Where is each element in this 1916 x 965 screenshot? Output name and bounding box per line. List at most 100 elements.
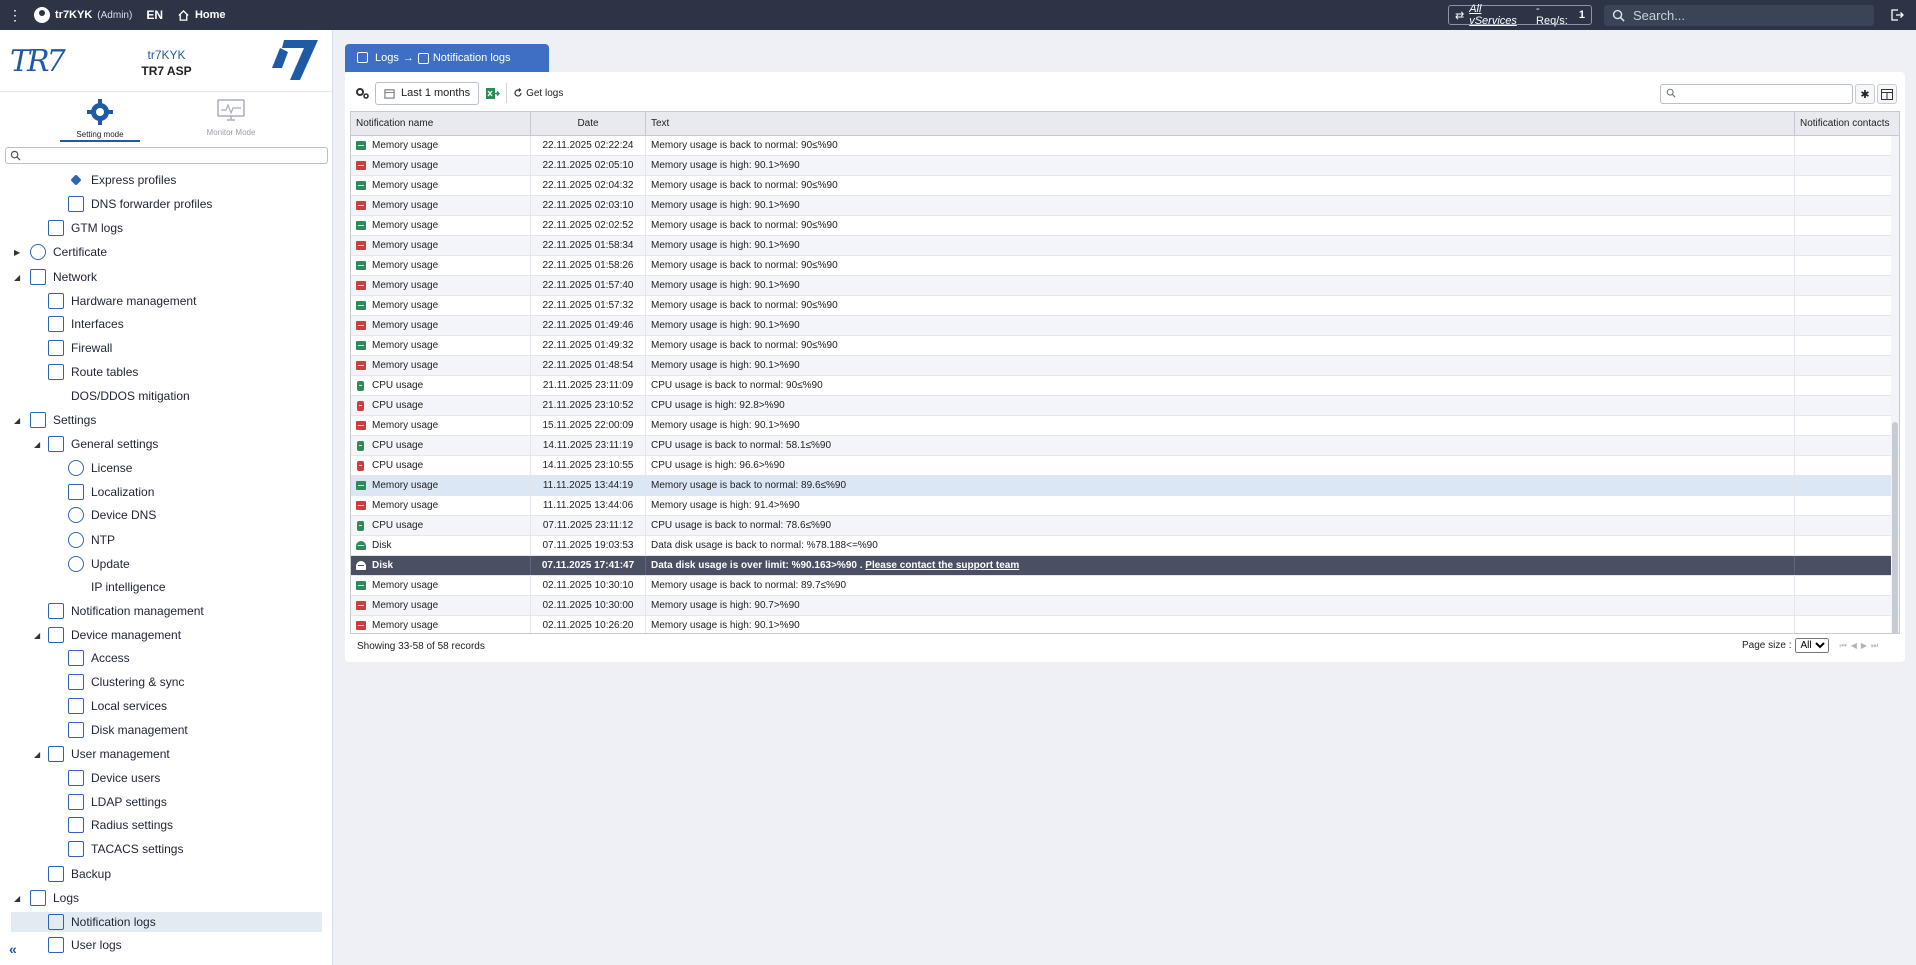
column-header-text[interactable]: Text: [646, 112, 1795, 136]
column-header-date[interactable]: Date: [531, 112, 646, 136]
collapse-arrow-icon[interactable]: ◢: [34, 440, 40, 449]
monitor-mode-tab[interactable]: Monitor Mode: [191, 98, 271, 137]
sidebar-item[interactable]: DNS forwarder profiles: [68, 194, 212, 214]
collapse-arrow-icon[interactable]: ◢: [34, 631, 40, 640]
sidebar-item[interactable]: Radius settings: [68, 815, 173, 835]
date-range-button[interactable]: Last 1 months: [375, 81, 480, 105]
sidebar-item[interactable]: Route tables: [48, 362, 138, 382]
sidebar-item[interactable]: Notification management: [48, 601, 204, 621]
user-menu[interactable]: tr7KYK (Admin): [34, 7, 132, 23]
export-excel-icon[interactable]: [485, 86, 501, 101]
collapse-arrow-icon[interactable]: ◢: [14, 894, 20, 903]
table-row[interactable]: Memory usage 22.11.2025 02:03:10 Memory us…: [351, 196, 1899, 216]
collapse-sidebar-button[interactable]: «: [9, 941, 17, 957]
sidebar-item[interactable]: Localization: [68, 482, 154, 502]
sidebar-item[interactable]: Disk management: [68, 720, 188, 740]
table-row[interactable]: Memory usage 11.11.2025 13:44:19 Memory us…: [351, 476, 1899, 496]
table-row[interactable]: Memory usage 22.11.2025 02:02:52 Memory us…: [351, 216, 1899, 236]
expand-arrow-icon[interactable]: ▶: [14, 248, 20, 257]
settings-gears-icon[interactable]: [355, 86, 369, 100]
sidebar-item[interactable]: Express profiles: [68, 170, 176, 190]
table-scrollbar[interactable]: [1891, 136, 1899, 633]
sidebar-item[interactable]: ◢ User management: [34, 744, 170, 764]
table-row[interactable]: CPU usage 14.11.2025 23:11:19 CPU usage is…: [351, 436, 1899, 456]
sidebar-item[interactable]: LDAP settings: [68, 792, 167, 812]
sidebar-item[interactable]: ◢ Settings: [14, 410, 96, 430]
sidebar-item[interactable]: Firewall: [48, 338, 112, 358]
columns-button[interactable]: [1877, 84, 1897, 104]
collapse-arrow-icon[interactable]: ◢: [34, 750, 40, 759]
notification-name-text: Memory usage: [372, 600, 439, 611]
collapse-arrow-icon[interactable]: ◢: [14, 416, 20, 425]
table-row[interactable]: Memory usage 22.11.2025 02:22:24 Memory us…: [351, 136, 1899, 156]
sidebar-item[interactable]: ◢ Device management: [34, 625, 181, 645]
scrollbar-thumb[interactable]: [1892, 422, 1898, 633]
column-header-notification-name[interactable]: Notification name: [351, 112, 531, 136]
sidebar-item[interactable]: Hardware management: [48, 291, 196, 311]
sidebar-item[interactable]: Local services: [68, 696, 167, 716]
table-row[interactable]: CPU usage 14.11.2025 23:10:55 CPU usage is…: [351, 456, 1899, 476]
table-row[interactable]: Memory usage 22.11.2025 01:49:46 Memory us…: [351, 316, 1899, 336]
table-row[interactable]: Memory usage 02.11.2025 10:30:10 Memory us…: [351, 576, 1899, 596]
sidebar-item[interactable]: Update: [68, 554, 130, 574]
global-search-input[interactable]: [1633, 8, 1853, 23]
table-row[interactable]: CPU usage 21.11.2025 23:11:09 CPU usage is…: [351, 376, 1899, 396]
table-row[interactable]: Memory usage 22.11.2025 01:49:32 Memory us…: [351, 336, 1899, 356]
table-row[interactable]: Memory usage 22.11.2025 02:04:32 Memory us…: [351, 176, 1899, 196]
table-row[interactable]: Memory usage 15.11.2025 22:00:09 Memory us…: [351, 416, 1899, 436]
table-row[interactable]: Memory usage 22.11.2025 01:58:34 Memory us…: [351, 236, 1899, 256]
table-row[interactable]: Memory usage 02.11.2025 10:30:00 Memory us…: [351, 596, 1899, 616]
clear-filter-button[interactable]: ✱: [1855, 84, 1875, 104]
sidebar-item[interactable]: IP intelligence: [68, 577, 166, 597]
sidebar-item[interactable]: NTP: [68, 530, 115, 550]
language-selector[interactable]: EN: [146, 8, 163, 22]
cell-notification-name: Memory usage: [351, 476, 531, 495]
sidebar-item[interactable]: Interfaces: [48, 314, 124, 334]
support-link[interactable]: Please contact the support team: [865, 560, 1019, 571]
sidebar-item[interactable]: DOS/DDOS mitigation: [48, 386, 190, 406]
column-header-notification-contacts[interactable]: Notification contacts: [1795, 112, 1899, 136]
next-page-icon[interactable]: ▶: [1861, 641, 1867, 651]
setting-mode-tab[interactable]: Setting mode: [60, 98, 140, 142]
table-row[interactable]: Memory usage 22.11.2025 02:05:10 Memory us…: [351, 156, 1899, 176]
sidebar-item[interactable]: User logs: [48, 935, 122, 955]
table-row[interactable]: Disk 07.11.2025 19:03:53 Data disk usage i…: [351, 536, 1899, 556]
home-link[interactable]: Home: [177, 9, 226, 22]
table-row[interactable]: Memory usage 11.11.2025 13:44:06 Memory us…: [351, 496, 1899, 516]
sidebar-item[interactable]: Device DNS: [68, 505, 156, 525]
last-page-icon[interactable]: ⏭: [1871, 641, 1878, 651]
sidebar-item[interactable]: ◢ Logs: [14, 888, 79, 908]
table-row[interactable]: Memory usage 22.11.2025 01:57:40 Memory us…: [351, 276, 1899, 296]
grid-search-input[interactable]: [1679, 87, 1849, 101]
table-row[interactable]: Memory usage 02.11.2025 10:26:20 Memory us…: [351, 616, 1899, 633]
sidebar-item[interactable]: TACACS settings: [68, 839, 183, 859]
table-row[interactable]: Memory usage 22.11.2025 01:48:54 Memory us…: [351, 356, 1899, 376]
prev-page-icon[interactable]: ◀: [1851, 641, 1857, 651]
sidebar-item[interactable]: Clustering & sync: [68, 672, 184, 692]
page-size-select[interactable]: All: [1795, 638, 1830, 653]
sidebar-item[interactable]: Access: [68, 648, 130, 668]
table-row[interactable]: Memory usage 22.11.2025 01:57:32 Memory us…: [351, 296, 1899, 316]
sidebar-item[interactable]: ◢ General settings: [34, 434, 158, 454]
first-page-icon[interactable]: ⏮: [1839, 641, 1846, 651]
sidebar-item[interactable]: Notification logs: [11, 912, 322, 932]
table-row[interactable]: Disk 07.11.2025 17:41:47 Data disk usage i…: [351, 556, 1899, 576]
table-row[interactable]: Memory usage 22.11.2025 01:58:26 Memory us…: [351, 256, 1899, 276]
collapse-arrow-icon[interactable]: ◢: [14, 273, 20, 282]
more-menu-icon[interactable]: ⋮: [0, 7, 30, 24]
vservices-selector[interactable]: ⇄ All vServices - Req/s: 1: [1448, 3, 1592, 27]
logout-icon[interactable]: [1890, 8, 1904, 22]
breadcrumb-parent[interactable]: Logs: [375, 52, 399, 64]
cluster-icon: [68, 674, 84, 690]
cell-date: 07.11.2025 19:03:53: [531, 536, 646, 555]
get-logs-button[interactable]: Get logs: [513, 88, 563, 99]
sidebar-item[interactable]: License: [68, 458, 132, 478]
table-row[interactable]: CPU usage 21.11.2025 23:10:52 CPU usage is…: [351, 396, 1899, 416]
sidebar-item[interactable]: Backup: [48, 864, 111, 884]
sidebar-item[interactable]: ◢ Network: [14, 267, 97, 287]
sidebar-item[interactable]: GTM logs: [48, 218, 123, 238]
sidebar-item[interactable]: ▶ Certificate: [14, 242, 107, 262]
sidebar-search-input[interactable]: [24, 149, 324, 162]
table-row[interactable]: CPU usage 07.11.2025 23:11:12 CPU usage is…: [351, 516, 1899, 536]
sidebar-item[interactable]: Device users: [68, 768, 160, 788]
